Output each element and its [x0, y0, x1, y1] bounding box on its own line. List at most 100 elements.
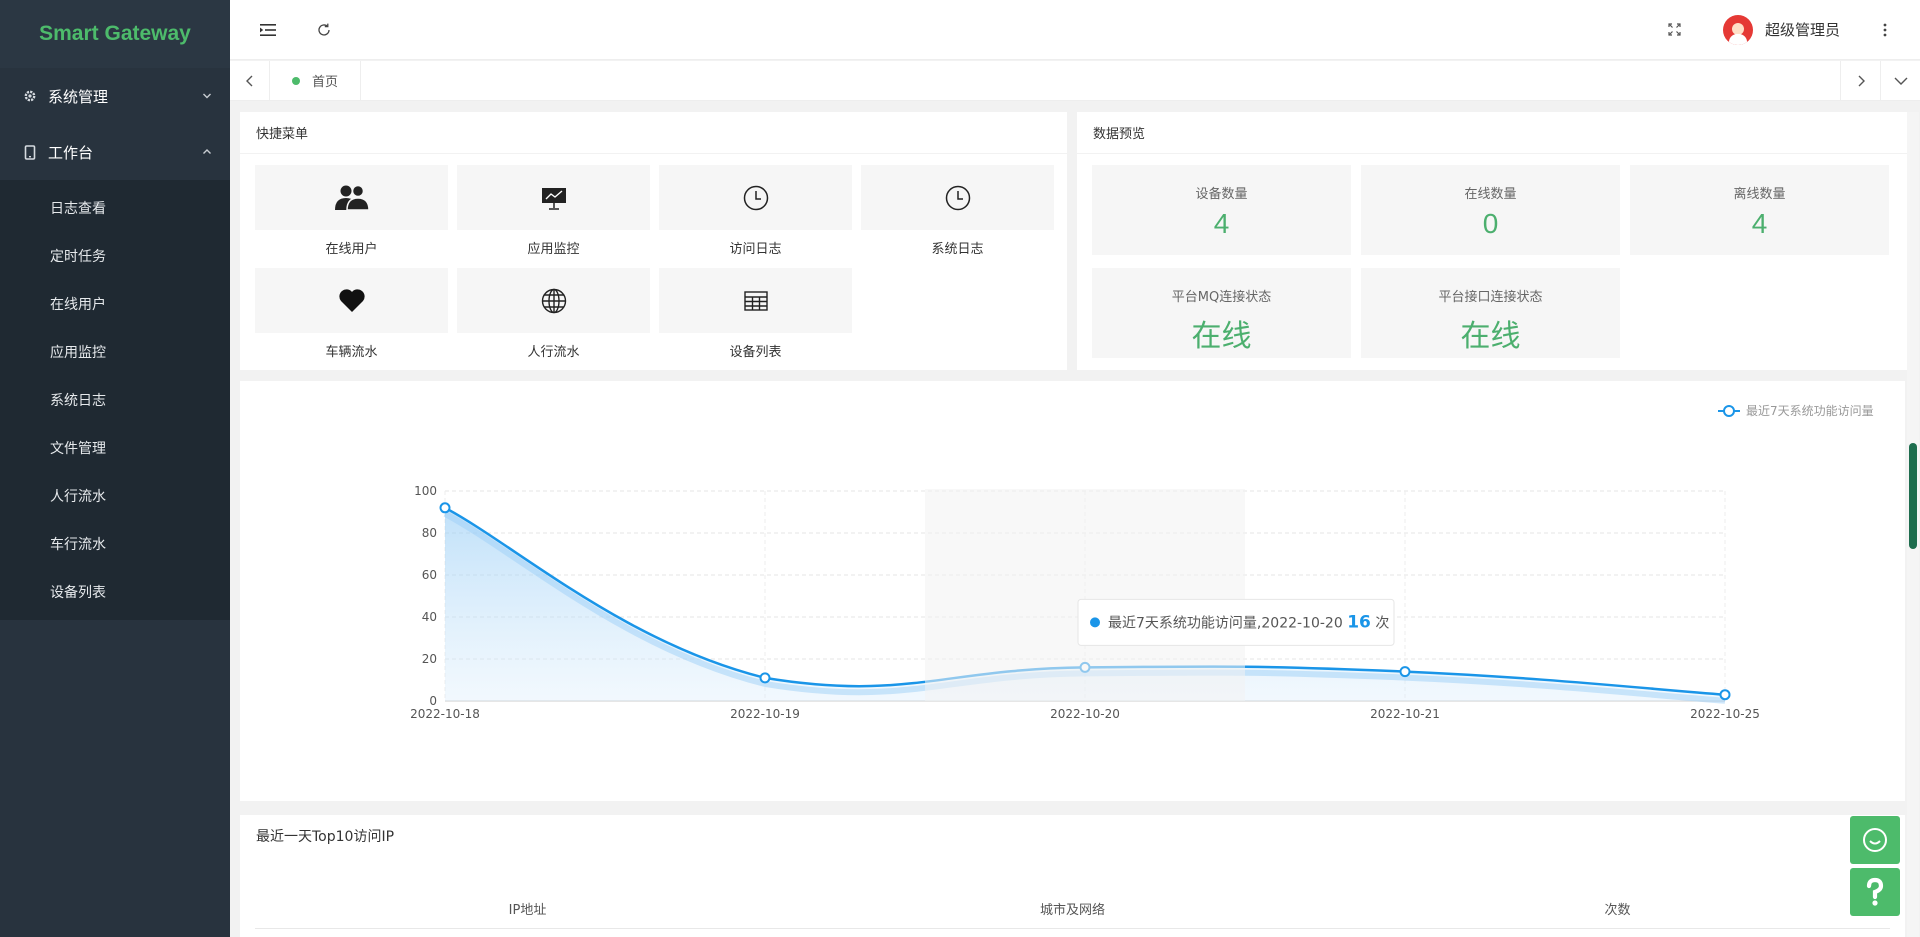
top-ip-title: 最近一天Top10访问IP: [256, 829, 395, 845]
heart-icon: [338, 289, 365, 312]
user-menu[interactable]: 超级管理员: [1703, 0, 1860, 60]
column-header-ip[interactable]: IP地址: [255, 899, 800, 918]
top-ip-table-header: IP地址 城市及网络 次数: [255, 889, 1890, 929]
clock-icon: [743, 185, 768, 210]
chevron-left-icon: [245, 75, 252, 86]
active-dot: [292, 76, 300, 85]
more-vertical-icon: [1883, 23, 1887, 36]
avatar: [1722, 14, 1753, 45]
menu-group-label: 系统管理: [48, 87, 109, 106]
menu-group-label: 工作台: [48, 143, 94, 162]
sidebar-item-scheduled-tasks[interactable]: 定时任务: [0, 232, 230, 280]
quick-item-label: 人行流水: [527, 345, 580, 360]
y-tick-label: 80: [422, 526, 437, 540]
sidebar-item-device-list[interactable]: 设备列表: [0, 568, 230, 616]
visits-chart-card: 最近7天系统功能访问量 0 20 40 60 80 100 2022-10-18 2022-…: [240, 381, 1905, 801]
menu-group-workbench[interactable]: 工作台: [0, 124, 230, 180]
legend-label: 最近7天系统功能访问量: [1746, 404, 1874, 418]
help-button[interactable]: [1850, 868, 1900, 916]
quick-menu-title: 快捷菜单: [240, 112, 1067, 154]
y-tick-label: 60: [422, 568, 437, 582]
presentation-icon: [541, 187, 566, 210]
chevron-down-icon: [1894, 77, 1907, 85]
stat-api-connection: 平台接口连接状态 在线: [1361, 268, 1620, 358]
data-point: [1719, 689, 1731, 701]
collapse-menu-button[interactable]: [240, 0, 296, 60]
question-icon: [1866, 877, 1884, 906]
tab-home[interactable]: 首页: [270, 60, 362, 101]
chat-icon: [1863, 828, 1887, 852]
quick-item-label: 车辆流水: [325, 345, 378, 360]
clock-icon: [945, 185, 970, 210]
quick-item-system-log[interactable]: 系统日志: [861, 165, 1054, 257]
quick-item-access-log[interactable]: 访问日志: [659, 165, 852, 257]
tooltip-text: 最近7天系统功能访问量,2022-10-20 16 次: [1108, 612, 1389, 632]
x-tick-label: 2022-10-18: [410, 707, 480, 721]
quick-item-online-users[interactable]: 在线用户: [255, 165, 448, 257]
y-tick-label: 40: [422, 610, 437, 624]
hover-band: [925, 489, 1245, 701]
tooltip-series: 最近7天系统功能访问量: [1108, 615, 1257, 631]
stat-online-count: 在线数量 0: [1361, 165, 1620, 255]
users-icon: [334, 184, 370, 211]
stat-label: 设备数量: [1195, 187, 1248, 202]
x-tick-label: 2022-10-21: [1370, 707, 1440, 721]
tab-bar: 首页: [230, 60, 1920, 101]
quick-item-device-list[interactable]: 设备列表: [659, 268, 852, 360]
tooltip-date: 2022-10-20: [1261, 615, 1342, 631]
data-point: [439, 502, 451, 514]
tooltip-dot: [1090, 617, 1100, 628]
tooltip-unit: 次: [1375, 615, 1389, 631]
sidebar-item-app-monitor[interactable]: 应用监控: [0, 328, 230, 376]
quick-menu-card: 快捷菜单 在线用户 应用监控 访问日志 系统日志 车辆流水 人行流水 设备列表: [240, 112, 1067, 370]
sidebar-item-pedestrian-flow[interactable]: 人行流水: [0, 472, 230, 520]
gear-icon: [20, 89, 40, 103]
x-tick-label: 2022-10-25: [1690, 707, 1760, 721]
sidebar-item-system-log[interactable]: 系统日志: [0, 376, 230, 424]
quick-item-pedestrian-flow[interactable]: 人行流水: [457, 268, 650, 360]
sidebar-item-vehicle-flow[interactable]: 车行流水: [0, 520, 230, 568]
menu-fold-icon: [260, 23, 276, 36]
page-scrollbar-thumb[interactable]: [1909, 443, 1917, 549]
sidebar-item-online-users[interactable]: 在线用户: [0, 280, 230, 328]
quick-item-vehicle-flow[interactable]: 车辆流水: [255, 268, 448, 360]
stat-value: 在线: [1460, 320, 1521, 353]
sidebar: Smart Gateway 系统管理 工作台 日志查看 定时任务 在线用户 应用…: [0, 0, 230, 937]
column-header-city-network[interactable]: 城市及网络: [800, 899, 1345, 918]
quick-item-label: 访问日志: [729, 242, 782, 257]
refresh-button[interactable]: [296, 0, 352, 60]
stat-value: 在线: [1191, 320, 1252, 353]
sidebar-item-log-view[interactable]: 日志查看: [0, 184, 230, 232]
tab-options-dropdown[interactable]: [1880, 60, 1920, 101]
fullscreen-button[interactable]: [1647, 0, 1703, 60]
stat-label: 在线数量: [1464, 187, 1517, 202]
chart-legend[interactable]: 最近7天系统功能访问量: [1718, 404, 1874, 418]
quick-item-label: 系统日志: [931, 242, 984, 257]
table-icon: [743, 290, 768, 311]
tablet-icon: [20, 144, 40, 160]
quick-item-app-monitor[interactable]: 应用监控: [457, 165, 650, 257]
chevron-right-icon: [1858, 75, 1865, 86]
legend-marker: [1723, 405, 1735, 417]
more-options-button[interactable]: [1860, 0, 1910, 60]
quick-item-label: 应用监控: [527, 242, 580, 257]
app-logo: Smart Gateway: [0, 0, 230, 68]
sidebar-item-file-management[interactable]: 文件管理: [0, 424, 230, 472]
quick-item-label: 设备列表: [729, 345, 782, 360]
chevron-down-icon: [203, 93, 211, 99]
menu-group-system[interactable]: 系统管理: [0, 68, 230, 124]
workbench-submenu: 日志查看 定时任务 在线用户 应用监控 系统日志 文件管理 人行流水 车行流水 …: [0, 180, 230, 620]
stat-mq-connection: 平台MQ连接状态 在线: [1092, 268, 1351, 358]
x-tick-label: 2022-10-20: [1050, 707, 1120, 721]
globe-icon: [541, 288, 566, 313]
visits-chart: 最近7天系统功能访问量 0 20 40 60 80 100 2022-10-18 2022-…: [410, 404, 1874, 721]
tab-scroll-left[interactable]: [230, 60, 270, 101]
top-header: 超级管理员: [230, 0, 1920, 60]
data-point: [1399, 666, 1411, 678]
refresh-icon: [318, 23, 330, 36]
tab-scroll-right[interactable]: [1840, 60, 1880, 101]
column-header-count[interactable]: 次数: [1345, 899, 1890, 918]
chat-button[interactable]: [1850, 816, 1900, 864]
stat-value: 4: [1751, 208, 1768, 239]
y-tick-label: 20: [422, 652, 437, 666]
